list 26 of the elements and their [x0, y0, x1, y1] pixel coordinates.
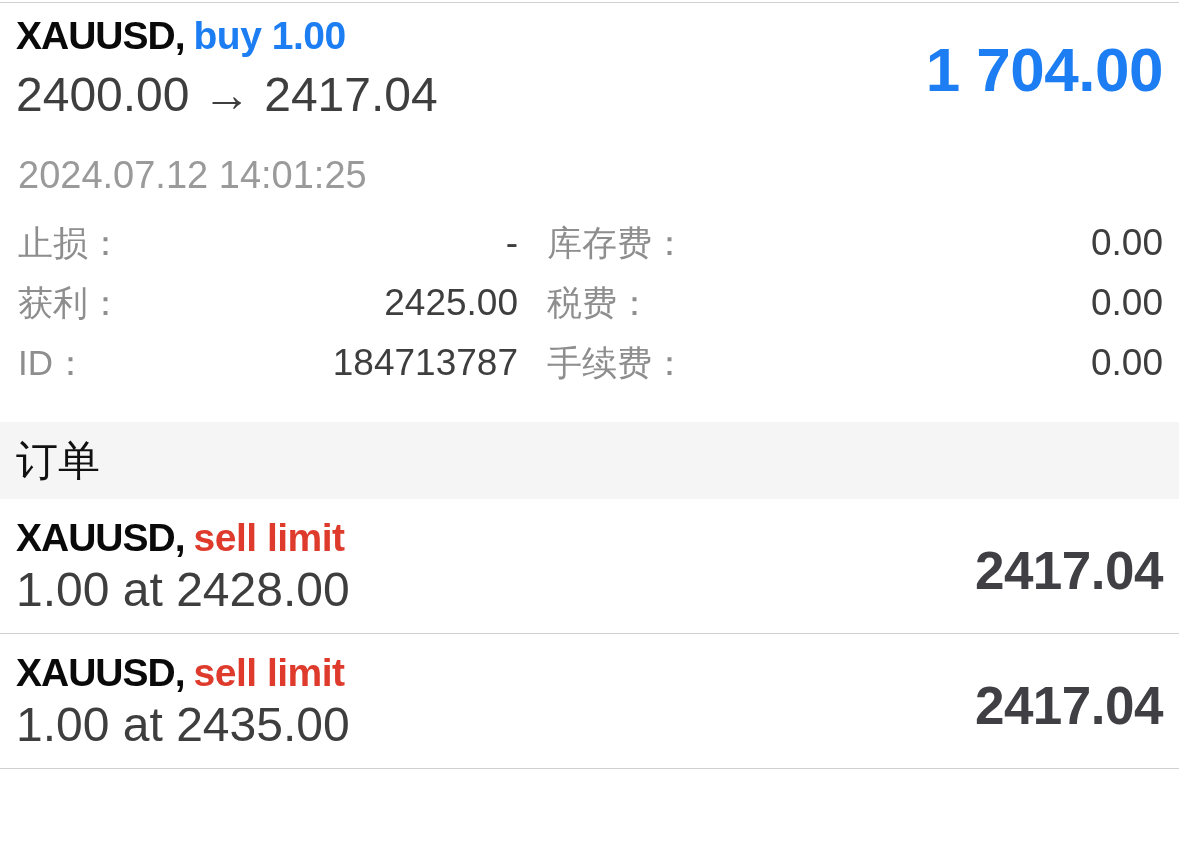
open-current-price-text: 2400.00 → 2417.04: [16, 67, 438, 123]
detail-label: 税费：: [547, 281, 652, 324]
order-type-text: sell limit: [193, 515, 345, 561]
detail-label: 获利：: [18, 281, 123, 324]
volume-price-text: 1.00 at 2435.00: [16, 697, 350, 753]
detail-value: 2425.00: [384, 282, 518, 324]
profit-value: 1 704.00: [925, 33, 1163, 105]
detail-label: 库存费：: [547, 221, 687, 264]
detail-label: 手续费：: [547, 341, 687, 384]
volume-price-text: 1.00 at 2428.00: [16, 562, 350, 618]
current-price-text: 2417.04: [974, 674, 1163, 736]
symbol-text: XAUUSD,: [16, 515, 185, 561]
open-time-text: 2024.07.12 14:01:25: [17, 153, 367, 197]
detail-label: 止损：: [18, 221, 123, 264]
trade-type-text: buy 1.00: [193, 13, 346, 59]
detail-value: 0.00: [1091, 342, 1163, 384]
detail-value: -: [505, 222, 518, 264]
detail-value: 0.00: [1091, 282, 1163, 324]
detail-value: 0.00: [1091, 222, 1163, 264]
symbol-text: XAUUSD,: [16, 13, 185, 59]
order-type-text: sell limit: [193, 650, 345, 696]
symbol-text: XAUUSD,: [16, 650, 185, 696]
detail-label: ID：: [18, 341, 88, 384]
current-price-text: 2417.04: [974, 539, 1163, 601]
detail-value: 184713787: [332, 342, 518, 384]
section-header: 订单: [0, 422, 1179, 499]
